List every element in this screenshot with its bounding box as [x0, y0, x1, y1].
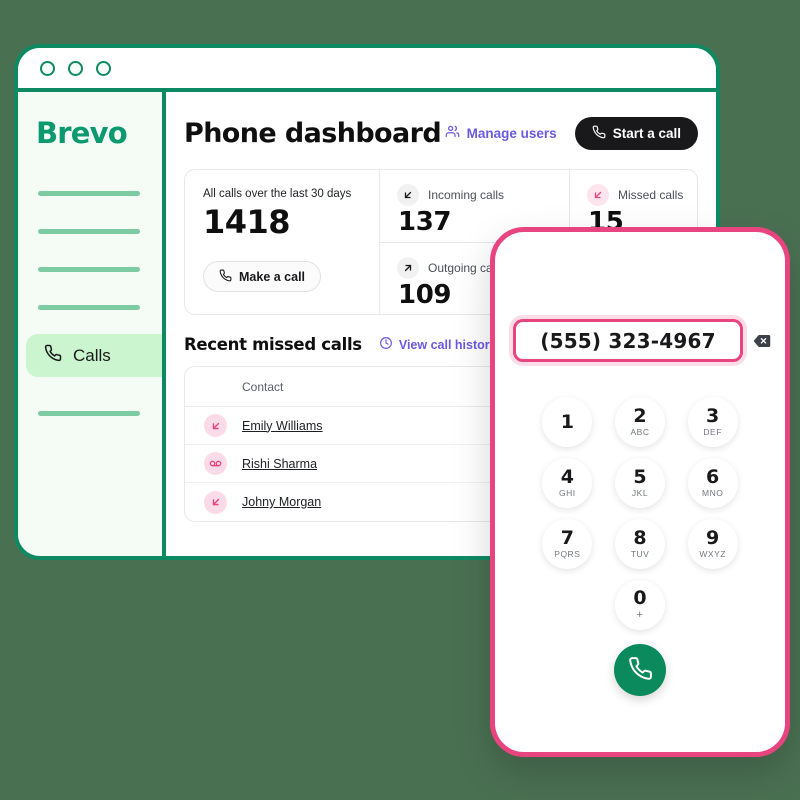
dial-key-1[interactable]: 1 — [542, 397, 593, 447]
sidebar-placeholder-item[interactable] — [38, 191, 140, 196]
stat-label: Incoming calls — [428, 188, 505, 202]
arrow-down-left-icon — [587, 184, 609, 206]
dial-key-9[interactable]: 9 WXYZ — [687, 519, 738, 569]
sidebar-placeholder-item[interactable] — [38, 229, 140, 234]
start-a-call-button[interactable]: Start a call — [574, 116, 698, 150]
all-calls-value: 1418 — [203, 203, 291, 241]
traffic-light-minimize-icon[interactable] — [68, 60, 83, 76]
all-calls-panel: All calls over the last 30 days 1418 Mak… — [185, 170, 380, 314]
stat-label: Missed calls — [618, 188, 684, 202]
sidebar: Brevo Calls — [18, 92, 166, 556]
dial-digit: 7 — [560, 527, 574, 550]
clock-icon — [379, 336, 393, 353]
dial-key-3[interactable]: 3 DEF — [687, 397, 738, 447]
sidebar-placeholder-item[interactable] — [38, 305, 140, 310]
call-button[interactable] — [614, 644, 666, 696]
voicemail-icon — [204, 452, 227, 475]
start-a-call-label: Start a call — [612, 125, 681, 141]
contact-name-link[interactable]: Rishi Sharma — [242, 457, 317, 471]
brevo-logo: Brevo — [36, 116, 128, 150]
missed-call-icon — [204, 414, 227, 437]
dial-letters: DEF — [703, 427, 722, 438]
dial-letters: WXYZ — [699, 549, 726, 560]
dial-digit: 3 — [706, 405, 720, 428]
users-icon — [445, 124, 460, 142]
stat-header: Incoming calls — [397, 184, 569, 206]
dial-letters: PQRS — [554, 549, 581, 560]
view-call-history-link[interactable]: View call history — [379, 336, 497, 353]
sidebar-placeholder-item[interactable] — [38, 267, 140, 272]
phone-dialer-widget: (555) 323-4967 1 2 ABC 3 DEF 4 GHI 5 JKL — [490, 227, 790, 757]
stat-header: Missed calls — [587, 184, 697, 206]
dial-key-0[interactable]: 0 + — [614, 580, 665, 630]
recent-missed-calls-title: Recent missed calls — [184, 335, 362, 354]
dial-key-zero-wrapper: 0 + — [614, 580, 665, 630]
contact-name-link[interactable]: Emily Williams — [242, 419, 323, 433]
dial-letters: MNO — [701, 488, 724, 499]
dial-digit: 4 — [560, 466, 574, 489]
sidebar-item-label: Calls — [73, 345, 111, 365]
make-a-call-button[interactable]: Make a call — [203, 261, 322, 292]
dial-key-8[interactable]: 8 TUV — [614, 519, 665, 569]
main-header: Phone dashboard Manage users Start a cal… — [184, 112, 698, 154]
dial-digit: 5 — [633, 466, 647, 489]
manage-users-label: Manage users — [466, 125, 557, 141]
dialpad: 1 2 ABC 3 DEF 4 GHI 5 JKL 6 MNO 7 PQRS 8… — [495, 397, 785, 630]
phone-icon — [219, 269, 232, 285]
header-actions: Manage users Start a call — [445, 116, 698, 150]
dial-key-4[interactable]: 4 GHI — [542, 458, 593, 508]
sidebar-placeholder-item[interactable] — [38, 411, 140, 416]
dial-letters: JKL — [631, 488, 649, 499]
phone-icon — [592, 125, 606, 142]
manage-users-link[interactable]: Manage users — [445, 124, 557, 142]
view-call-history-label: View call history — [398, 337, 497, 352]
traffic-light-close-icon[interactable] — [40, 60, 55, 76]
dial-letters: ABC — [630, 427, 650, 438]
contact-name-link[interactable]: Johny Morgan — [242, 495, 321, 509]
dial-key-2[interactable]: 2 ABC — [614, 397, 665, 447]
make-a-call-label: Make a call — [239, 269, 306, 284]
dial-letters: TUV — [630, 549, 650, 560]
dial-digit: 6 — [706, 466, 720, 489]
phone-icon — [44, 344, 62, 367]
phone-number-row: (555) 323-4967 — [495, 319, 785, 362]
dial-digit: 1 — [560, 410, 574, 433]
browser-titlebar — [18, 48, 716, 92]
dial-digit: 8 — [633, 527, 647, 550]
dial-key-7[interactable]: 7 PQRS — [542, 519, 593, 569]
dial-digit: 2 — [633, 405, 647, 428]
dial-letters: + — [636, 609, 644, 621]
missed-call-icon — [204, 490, 227, 514]
arrow-down-left-icon — [397, 184, 419, 206]
arrow-up-right-icon — [397, 256, 419, 279]
sidebar-item-calls[interactable]: Calls — [26, 334, 162, 377]
backspace-icon[interactable] — [751, 332, 773, 350]
all-calls-label: All calls over the last 30 days — [203, 188, 352, 200]
phone-number-input[interactable]: (555) 323-4967 — [513, 319, 743, 362]
dial-key-5[interactable]: 5 JKL — [614, 458, 665, 508]
dial-letters: GHI — [559, 488, 576, 499]
dial-digit: 0 — [633, 587, 647, 609]
column-header-contact: Contact — [242, 379, 284, 394]
traffic-light-maximize-icon[interactable] — [96, 60, 111, 76]
dial-key-6[interactable]: 6 MNO — [687, 458, 738, 508]
page-title: Phone dashboard — [184, 117, 442, 149]
phone-icon — [628, 656, 653, 684]
dial-digit: 9 — [706, 527, 720, 550]
